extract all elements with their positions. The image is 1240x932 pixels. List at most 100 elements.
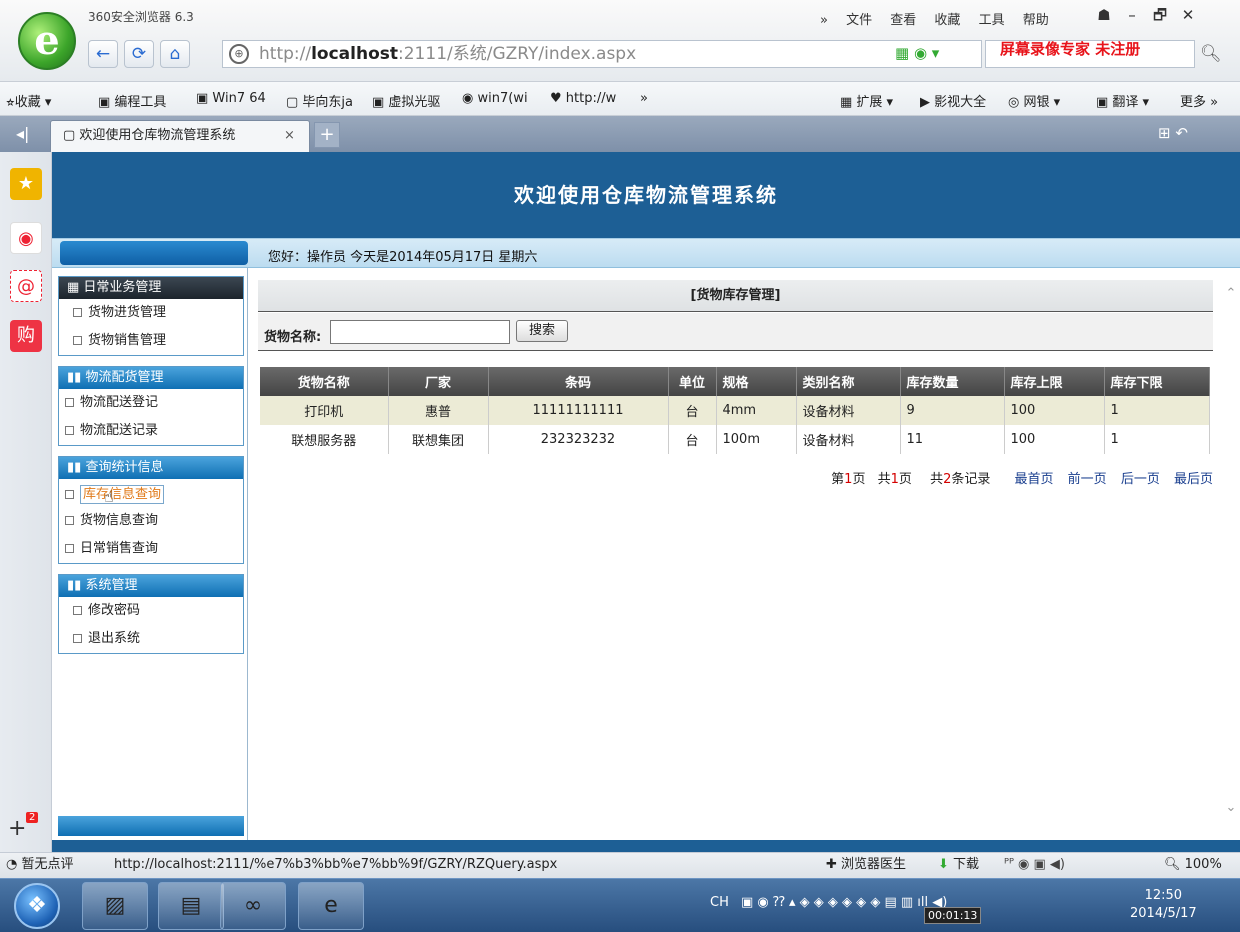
grid-icon: ▮▮	[67, 370, 86, 385]
cell-stock: 11	[900, 425, 1005, 454]
column-header[interactable]: 规格	[716, 367, 797, 396]
rating-status[interactable]: ◔ 暂无点评	[6, 853, 74, 877]
cell-lower: 1	[1104, 396, 1210, 425]
scroll-up-icon[interactable]: ⌃	[1222, 286, 1240, 301]
address-bar[interactable]: ⊕ http://localhost:2111/系统/GZRY/index.asp…	[222, 40, 982, 68]
pager-last-link[interactable]: 最后页	[1174, 472, 1213, 487]
taskbar-app-explorer-icon[interactable]: ▤	[158, 882, 224, 930]
language-indicator[interactable]: CH	[710, 895, 729, 910]
menu-group-header[interactable]: ▦ 日常业务管理	[59, 277, 243, 299]
translate-menu[interactable]: ▣ 翻译 ▾	[1096, 91, 1149, 110]
taskbar-clock[interactable]: 12:50 2014/5/17	[1130, 887, 1197, 923]
close-button[interactable]: ✕	[1174, 6, 1202, 24]
pager-next-link[interactable]: 后一页	[1121, 472, 1160, 487]
menu-item-logout[interactable]: 退出系统	[59, 625, 243, 653]
add-icon[interactable]: +	[8, 816, 26, 841]
fav-item-virtual-drive[interactable]: ▣ 虚拟光驱	[372, 91, 440, 110]
cell-name: 联想服务器	[260, 425, 389, 454]
column-header[interactable]: 库存上限	[1004, 367, 1105, 396]
taskbar-app-infinity-icon[interactable]: ∞	[220, 882, 286, 930]
download-button[interactable]: ⬇ 下载	[938, 853, 979, 877]
recording-timer: 00:01:13	[924, 907, 982, 924]
tray-icons[interactable]: ▣ ◉ ⁇ ▴ ◈ ◈ ◈ ◈ ◈ ◈ ▤ ▥ ıll ◀)	[741, 895, 947, 910]
fav-item-win7wi[interactable]: ◉ win7(wi	[462, 91, 528, 106]
goods-name-input[interactable]	[330, 320, 510, 344]
menu-item-change-password[interactable]: 修改密码	[59, 597, 243, 625]
skin-button[interactable]: ☗	[1090, 6, 1118, 24]
column-header[interactable]: 类别名称	[796, 367, 901, 396]
cell-upper: 100	[1004, 425, 1105, 454]
menu-more[interactable]: »	[820, 13, 828, 28]
fav-item-win7[interactable]: ▣ Win7 64	[196, 91, 266, 106]
search-button[interactable]: 搜索	[516, 320, 568, 342]
page-scrollbar[interactable]: ⌃ ⌄	[1222, 280, 1240, 840]
start-button-icon[interactable]: ❖	[14, 883, 60, 929]
back-arrow-icon[interactable]: ←	[88, 40, 118, 68]
browser-menu: » 文件 查看 收藏 工具 帮助	[820, 9, 1063, 28]
column-header[interactable]: 单位	[668, 367, 717, 396]
menu-item-goods-query[interactable]: 货物信息查询	[59, 507, 243, 535]
shopping-icon[interactable]: 购	[10, 320, 42, 352]
menu-item-inventory-query[interactable]: 库存信息查询☝︎	[59, 479, 243, 507]
table-row[interactable]: 打印机 惠普 11111111111 台 4mm 设备材料 9 100 1	[260, 396, 1210, 425]
menu-item-delivery-records[interactable]: 物流配送记录	[59, 417, 243, 445]
menu-item-sales[interactable]: 货物销售管理	[59, 327, 243, 355]
refresh-icon[interactable]: ⟳	[124, 40, 154, 68]
table-row[interactable]: 联想服务器 联想集团 232323232 台 100m 设备材料 11 100 …	[260, 425, 1210, 454]
column-header[interactable]: 货物名称	[260, 367, 389, 396]
cell-stock: 9	[900, 396, 1005, 425]
column-header[interactable]: 厂家	[388, 367, 489, 396]
bank-menu[interactable]: ◎ 网银 ▾	[1008, 91, 1060, 110]
menu-item-delivery-register[interactable]: 物流配送登记	[59, 389, 243, 417]
url-host: localhost	[311, 44, 399, 64]
restore-button[interactable]: 🗗	[1146, 5, 1174, 30]
pager-first-link[interactable]: 最首页	[1015, 472, 1054, 487]
qr-code-icon[interactable]: ▦ ◉ ▾	[895, 44, 939, 62]
weibo-icon[interactable]: ◉	[10, 222, 42, 254]
zoom-control[interactable]: 🔍︎ 100%	[1164, 853, 1222, 877]
fav-item-bixiangdong[interactable]: ▢ 毕向东ja	[286, 91, 353, 110]
favorites-star-icon[interactable]: ★	[10, 168, 42, 200]
menu-item-purchase[interactable]: 货物进货管理	[59, 299, 243, 327]
home-icon[interactable]: ⌂	[160, 40, 190, 68]
menu-file[interactable]: 文件	[846, 13, 872, 28]
menu-tools[interactable]: 工具	[979, 13, 1005, 28]
browser-doctor[interactable]: ✚ 浏览器医生	[826, 853, 906, 877]
favorites-menu[interactable]: ⭐︎收藏 ▾	[6, 91, 51, 110]
taskbar-app-photo[interactable]: ▨	[82, 882, 148, 930]
extensions-icon: ▦	[840, 95, 857, 110]
fav-item-programming[interactable]: ▣ 编程工具	[98, 91, 166, 110]
menu-group-header[interactable]: ▮▮ 系统管理	[59, 575, 243, 597]
new-tab-button[interactable]: +	[314, 122, 340, 148]
menu-group-header[interactable]: ▮▮ 物流配货管理	[59, 367, 243, 389]
search-icon[interactable]: 🔍︎	[1200, 44, 1222, 64]
fav-more[interactable]: »	[640, 91, 648, 106]
menu-favorites[interactable]: 收藏	[934, 13, 960, 28]
menu-group-header[interactable]: ▮▮ 查询统计信息	[59, 457, 243, 479]
column-header[interactable]: 库存下限	[1104, 367, 1210, 396]
sidebar-toggle-icon[interactable]: ◂|	[16, 124, 29, 143]
video-menu[interactable]: ▶ 影视大全	[920, 91, 986, 110]
mail-icon[interactable]: @	[10, 270, 42, 302]
film-icon: ▣	[372, 95, 389, 110]
pager: 第1页 共1页 共2条记录 最首页 前一页 后一页 最后页	[831, 468, 1213, 487]
scroll-down-icon[interactable]: ⌄	[1222, 800, 1240, 815]
tab-active[interactable]: ▢ 欢迎使用仓库物流管理系统 ×	[50, 120, 310, 152]
fav-item-http[interactable]: ♥ http://w	[550, 91, 616, 106]
column-header[interactable]: 条码	[488, 367, 669, 396]
menu-view[interactable]: 查看	[890, 13, 916, 28]
tab-list-icon[interactable]: ⊞ ↶	[1158, 124, 1188, 142]
chat-icon: ▣	[98, 95, 115, 110]
status-icons[interactable]: ᴾᴾ ◉ ▣ ◀)	[1004, 853, 1065, 877]
menu-item-daily-sales-query[interactable]: 日常销售查询	[59, 535, 243, 563]
doc-icon	[73, 308, 82, 317]
tab-close-icon[interactable]: ×	[284, 121, 295, 151]
taskbar-app-360-browser-icon[interactable]: e	[298, 882, 364, 930]
extensions-menu[interactable]: ▦ 扩展 ▾	[840, 91, 893, 110]
menu-help[interactable]: 帮助	[1023, 13, 1049, 28]
browser-titlebar: e 360安全浏览器 6.3 » 文件 查看 收藏 工具 帮助 ☗ – 🗗 ✕ ← ⟳…	[0, 0, 1240, 82]
column-header[interactable]: 库存数量	[900, 367, 1005, 396]
minimize-button[interactable]: –	[1118, 6, 1146, 24]
more-menu[interactable]: 更多 »	[1180, 91, 1218, 110]
pager-prev-link[interactable]: 前一页	[1068, 472, 1107, 487]
